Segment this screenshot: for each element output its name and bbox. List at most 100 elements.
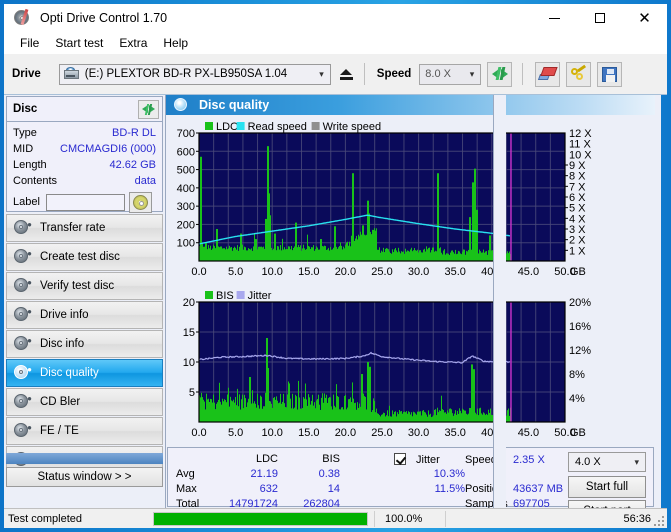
minimize-button[interactable] bbox=[532, 4, 577, 32]
data-bar bbox=[418, 411, 419, 422]
ldc-chart: LDC Read speed Write speed 100 200 300 400 500 6… bbox=[177, 121, 593, 278]
data-bar bbox=[222, 398, 223, 422]
data-bar bbox=[285, 407, 286, 422]
data-bar bbox=[460, 253, 461, 261]
eject-icon bbox=[340, 68, 353, 75]
start-full-button[interactable]: Start full bbox=[568, 476, 646, 498]
data-bar bbox=[365, 235, 366, 261]
tools-button[interactable] bbox=[566, 61, 592, 87]
save-button[interactable] bbox=[597, 61, 623, 87]
data-spike bbox=[472, 182, 474, 261]
data-bar bbox=[334, 405, 335, 422]
data-bar bbox=[214, 402, 215, 422]
maximize-button[interactable] bbox=[577, 4, 622, 32]
x-tick-label: 45.0 bbox=[518, 427, 539, 439]
speed-select-value: 8.0 X bbox=[425, 68, 451, 80]
data-bar bbox=[406, 411, 407, 422]
data-bar bbox=[429, 247, 430, 261]
jitter-checkbox[interactable] bbox=[394, 453, 406, 465]
data-bar bbox=[397, 412, 398, 422]
window-title: Opti Drive Control 1.70 bbox=[40, 11, 168, 25]
data-bar bbox=[314, 402, 315, 422]
data-bar bbox=[292, 393, 293, 422]
menu-item-start-test[interactable]: Start test bbox=[47, 34, 111, 52]
tools-icon bbox=[570, 64, 587, 82]
data-bar bbox=[326, 249, 327, 261]
data-spike bbox=[437, 173, 439, 261]
data-bar bbox=[349, 241, 350, 261]
test-speed-select[interactable]: 4.0 X ▾ bbox=[568, 452, 646, 472]
sidebar-item-fe-te[interactable]: ● FE / TE bbox=[6, 417, 163, 445]
eject-button[interactable] bbox=[334, 62, 358, 86]
resize-grip[interactable] bbox=[654, 516, 664, 526]
data-bar bbox=[458, 413, 459, 422]
data-bar bbox=[302, 248, 303, 261]
data-bar bbox=[450, 408, 451, 422]
disc-label-button[interactable] bbox=[128, 191, 152, 213]
data-bar bbox=[438, 412, 439, 422]
data-bar bbox=[423, 249, 424, 261]
close-button[interactable]: ✕ bbox=[622, 4, 667, 32]
menu-item-file[interactable]: File bbox=[12, 34, 47, 52]
x-tick-label: 15.0 bbox=[298, 427, 319, 439]
status-window-button[interactable]: Status window > > bbox=[6, 467, 163, 487]
disc-refresh-button[interactable] bbox=[138, 99, 159, 119]
data-bar bbox=[509, 415, 510, 422]
stats-jitter-max: 11.5% bbox=[434, 483, 465, 495]
data-bar bbox=[238, 406, 239, 422]
data-spike bbox=[334, 226, 336, 261]
sidebar-item-cd-bler[interactable]: ● CD Bler bbox=[6, 388, 163, 416]
erase-button[interactable] bbox=[535, 61, 561, 87]
sidebar-item-drive-info[interactable]: ● Drive info bbox=[6, 301, 163, 329]
disc-label-input[interactable] bbox=[45, 193, 125, 211]
data-bar bbox=[299, 397, 300, 422]
legend-swatch bbox=[205, 291, 213, 299]
x-tick-label: 20.0 bbox=[335, 427, 356, 439]
legend-label: Read speed bbox=[248, 121, 307, 133]
data-spike bbox=[375, 233, 377, 261]
data-spike bbox=[255, 239, 257, 261]
data-bar bbox=[410, 249, 411, 261]
nav-list: ● Transfer rate ● Create test disc ● Ver… bbox=[6, 214, 163, 475]
data-bar bbox=[382, 251, 383, 261]
data-bar bbox=[459, 408, 460, 422]
data-bar bbox=[237, 245, 238, 261]
menu-item-extra[interactable]: Extra bbox=[111, 34, 155, 52]
data-bar bbox=[371, 234, 372, 261]
data-bar bbox=[384, 252, 385, 261]
data-bar bbox=[222, 248, 223, 261]
data-spike bbox=[274, 233, 276, 261]
data-bar bbox=[376, 408, 377, 422]
speed-select[interactable]: 8.0 X ▾ bbox=[419, 63, 482, 85]
data-bar bbox=[342, 407, 343, 422]
y-tick-label: 400 bbox=[177, 183, 195, 195]
drive-select[interactable]: (E:) PLEXTOR BD-R PX-LB950SA 1.04 ▾ bbox=[58, 63, 331, 85]
data-bar bbox=[345, 244, 346, 261]
data-bar bbox=[449, 254, 450, 261]
sidebar-item-label: CD Bler bbox=[40, 396, 81, 408]
data-bar bbox=[407, 413, 408, 422]
data-bar bbox=[452, 413, 453, 422]
data-bar bbox=[437, 407, 438, 422]
gear-icon: ● bbox=[14, 394, 32, 410]
data-bar bbox=[456, 254, 457, 261]
refresh-button[interactable] bbox=[487, 61, 513, 87]
menu-item-help[interactable]: Help bbox=[155, 34, 196, 52]
data-bar bbox=[426, 246, 427, 261]
data-spike bbox=[216, 229, 218, 261]
data-bar bbox=[405, 412, 406, 422]
sidebar-item-disc-quality[interactable]: ● Disc quality bbox=[6, 359, 163, 387]
sidebar-item-disc-info[interactable]: ● Disc info bbox=[6, 330, 163, 358]
sidebar-item-verify-test-disc[interactable]: ● Verify test disc bbox=[6, 272, 163, 300]
y2-tick-label: 11 X bbox=[569, 139, 591, 151]
data-bar bbox=[282, 401, 283, 422]
sidebar-item-transfer-rate[interactable]: ● Transfer rate bbox=[6, 214, 163, 242]
data-bar bbox=[221, 246, 222, 261]
data-bar bbox=[275, 399, 276, 422]
sidebar-item-create-test-disc[interactable]: ● Create test disc bbox=[6, 243, 163, 271]
data-bar bbox=[399, 251, 400, 261]
data-bar bbox=[458, 250, 459, 261]
data-bar bbox=[302, 407, 303, 422]
y2-tick-label: 1 X bbox=[569, 245, 586, 257]
data-bar bbox=[439, 410, 440, 422]
